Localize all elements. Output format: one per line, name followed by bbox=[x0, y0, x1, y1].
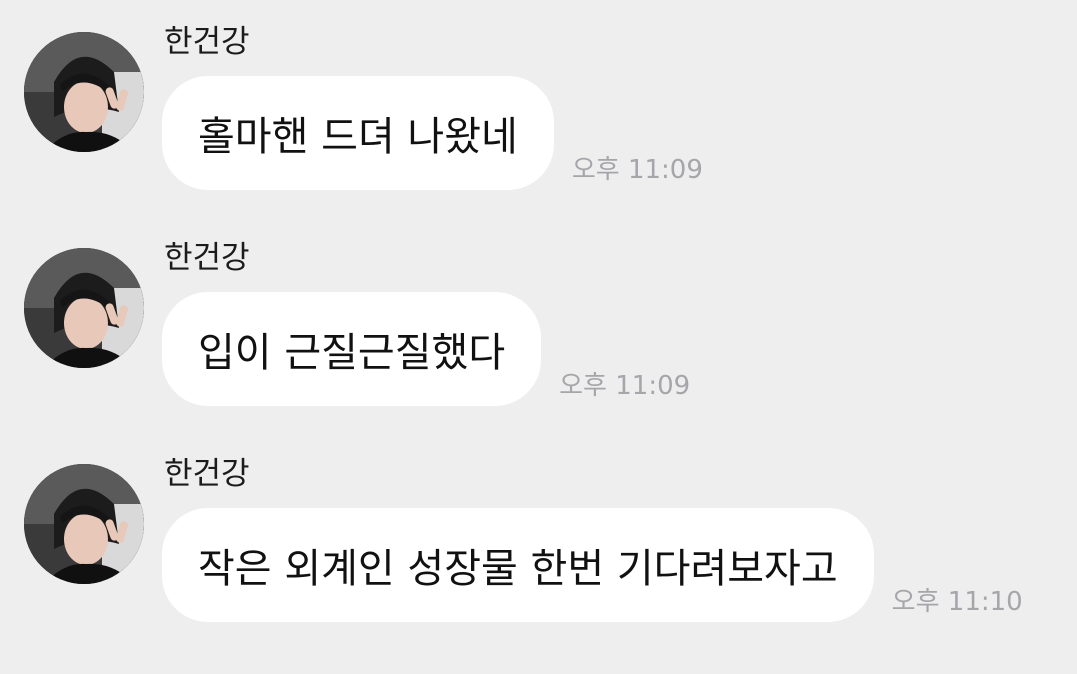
avatar[interactable] bbox=[24, 248, 144, 368]
avatar[interactable] bbox=[24, 464, 144, 584]
message-row: 홀마핸 드뎌 나왔네 오후 11:09 bbox=[162, 76, 703, 190]
message-timestamp: 오후 11:10 bbox=[891, 587, 1023, 617]
sender-name: 한건강 bbox=[164, 240, 250, 276]
message-row: 작은 외계인 성장물 한번 기다려보자고 오후 11:10 bbox=[162, 508, 1023, 622]
avatar-photo bbox=[24, 464, 144, 584]
avatar-photo bbox=[24, 248, 144, 368]
message-item: 한건강 입이 근질근질했다 오후 11:09 bbox=[0, 216, 1077, 416]
avatar-photo bbox=[24, 32, 144, 152]
avatar[interactable] bbox=[24, 32, 144, 152]
message-timestamp: 오후 11:09 bbox=[559, 371, 691, 401]
chat-message-list: 한건강 홀마핸 드뎌 나왔네 오후 11:09 한건강 입이 근질근질했다 오후… bbox=[0, 0, 1077, 674]
sender-name: 한건강 bbox=[164, 24, 250, 60]
message-item: 한건강 홀마핸 드뎌 나왔네 오후 11:09 bbox=[0, 0, 1077, 200]
sender-name: 한건강 bbox=[164, 456, 250, 492]
message-item: 한건강 작은 외계인 성장물 한번 기다려보자고 오후 11:10 bbox=[0, 432, 1077, 632]
message-bubble[interactable]: 홀마핸 드뎌 나왔네 bbox=[162, 76, 554, 190]
message-row: 입이 근질근질했다 오후 11:09 bbox=[162, 292, 690, 406]
message-bubble[interactable]: 입이 근질근질했다 bbox=[162, 292, 542, 406]
message-bubble[interactable]: 작은 외계인 성장물 한번 기다려보자고 bbox=[162, 508, 874, 622]
message-timestamp: 오후 11:09 bbox=[571, 155, 703, 185]
